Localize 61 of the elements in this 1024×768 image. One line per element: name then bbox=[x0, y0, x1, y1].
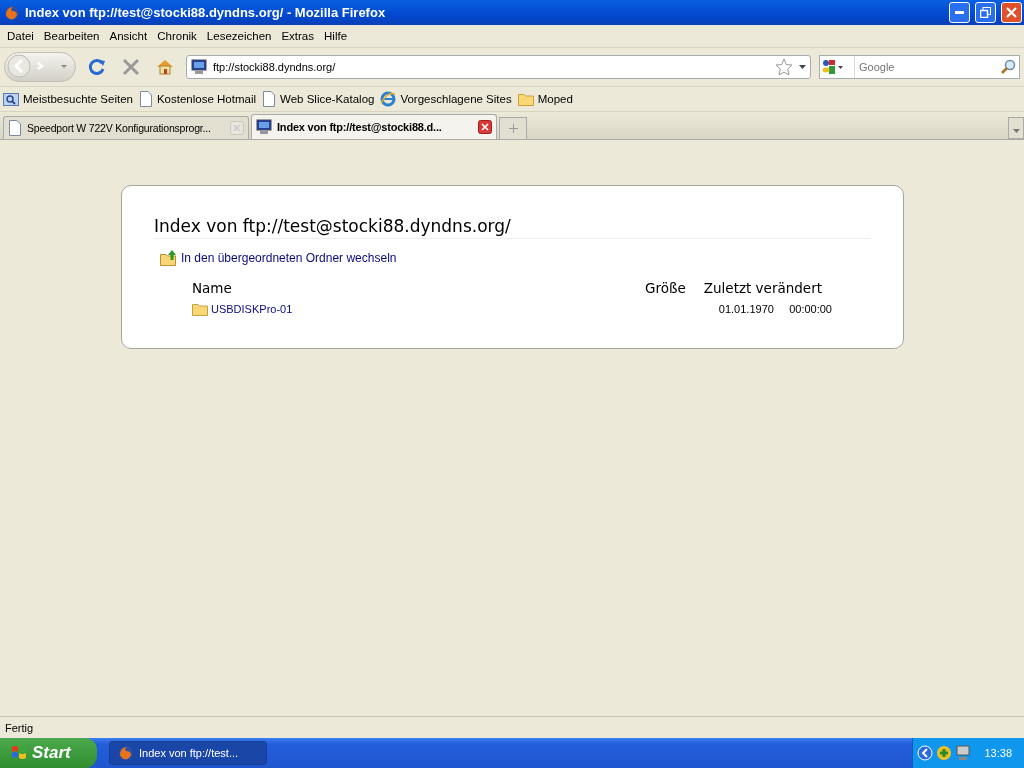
minimize-button[interactable] bbox=[949, 2, 970, 23]
stop-icon bbox=[122, 58, 140, 76]
menu-item[interactable]: Chronik bbox=[152, 30, 202, 42]
folder-search-icon bbox=[3, 91, 19, 107]
dropdown-caret-icon bbox=[799, 65, 806, 69]
folder-link[interactable]: USBDISKPro-01 bbox=[211, 303, 293, 315]
menu-item[interactable]: Lesezeichen bbox=[201, 30, 277, 42]
menu-item[interactable]: Bearbeiten bbox=[38, 30, 105, 42]
column-header: Größe bbox=[644, 280, 687, 296]
column-header: Zuletzt verändert bbox=[702, 280, 823, 296]
column-header: Name bbox=[192, 280, 233, 296]
dropdown-caret-icon bbox=[838, 65, 843, 69]
close-icon bbox=[1006, 7, 1017, 18]
page-icon bbox=[8, 120, 22, 136]
tab-list-button[interactable] bbox=[1008, 117, 1024, 139]
bookmark-item[interactable]: Kostenlose Hotmail bbox=[138, 91, 257, 107]
globe-e-icon bbox=[380, 91, 397, 107]
restore-button[interactable] bbox=[975, 2, 996, 23]
tab-close-icon[interactable] bbox=[478, 120, 492, 134]
star-icon bbox=[775, 58, 793, 76]
new-tab-button[interactable] bbox=[499, 117, 527, 139]
windows-flag-icon bbox=[10, 744, 28, 762]
menu-item[interactable]: Datei bbox=[2, 30, 39, 42]
bookmark-item[interactable]: Meistbesuchte Seiten bbox=[3, 91, 133, 107]
folder-up-icon bbox=[160, 250, 178, 266]
close-button[interactable] bbox=[1001, 2, 1022, 23]
parent-folder-link[interactable]: In den übergeordneten Ordner wechseln bbox=[181, 251, 397, 265]
home-icon bbox=[156, 58, 174, 76]
folder-icon bbox=[517, 92, 534, 106]
monitor-icon bbox=[191, 59, 207, 75]
browser-tab[interactable]: Index von ftp://test@stocki88.d... bbox=[251, 114, 497, 139]
bookmark-item[interactable]: Web Slice-Katalog bbox=[262, 91, 375, 107]
browser-tab[interactable]: Speedport W 722V Konfigurationsprogr... bbox=[3, 116, 249, 139]
bookmark-item[interactable]: Vorgeschlagene Sites bbox=[380, 91, 512, 107]
window-title: Index von ftp://test@stocki88.dyndns.org/ - Mozilla Firefox bbox=[25, 5, 387, 20]
search-engine-icon bbox=[822, 59, 836, 75]
taskbar-button[interactable]: Index von ftp://test... bbox=[109, 741, 267, 765]
menu-item[interactable]: Ansicht bbox=[104, 30, 153, 42]
firefox-icon bbox=[118, 745, 134, 761]
minimize-icon bbox=[955, 11, 964, 14]
start-button[interactable]: Start bbox=[0, 738, 97, 768]
address-field[interactable]: ftp://stocki88.dyndns.org/ bbox=[186, 55, 811, 79]
search-box[interactable]: Google bbox=[819, 55, 1020, 79]
dropdown-caret-icon bbox=[1012, 128, 1020, 133]
folder-icon bbox=[192, 302, 208, 316]
reload-icon bbox=[88, 58, 106, 76]
page-icon bbox=[262, 91, 277, 107]
clock-text: 13:38 bbox=[984, 747, 1012, 759]
search-icon bbox=[1000, 59, 1016, 75]
network-icon[interactable] bbox=[955, 745, 972, 761]
time-text: 00:00:00 bbox=[789, 303, 832, 315]
page-heading: Index von ftp://test@stocki88.dyndns.org/ bbox=[154, 216, 871, 239]
menu-item[interactable]: Extras bbox=[276, 30, 319, 42]
menu-item[interactable]: Hilfe bbox=[319, 30, 353, 42]
monitor-icon bbox=[256, 119, 272, 135]
restore-icon bbox=[980, 7, 991, 18]
plus-icon bbox=[508, 124, 518, 133]
page-icon bbox=[138, 91, 153, 107]
bookmark-item[interactable]: Moped bbox=[517, 92, 573, 106]
date-text: 01.01.1970 bbox=[718, 303, 774, 315]
firefox-icon bbox=[4, 4, 20, 21]
